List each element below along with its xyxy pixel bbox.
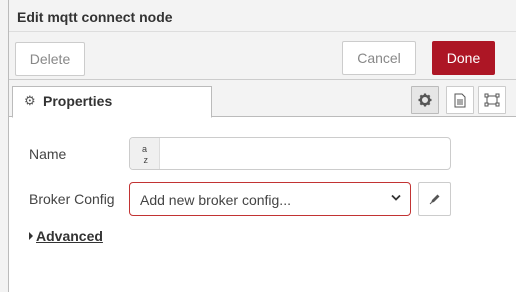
edit-broker-button[interactable] [418,182,451,216]
name-label: Name [29,146,67,162]
tray-title: Edit mqtt connect node [17,9,173,25]
delete-button[interactable]: Delete [15,42,85,76]
description-view-button[interactable] [446,86,474,114]
frame-icon [484,93,500,107]
advanced-label: Advanced [36,228,103,244]
tray-toolbar: Delete Cancel Done [9,32,516,80]
properties-panel: Name a z Broker Config Add new broker co… [9,118,516,292]
chevron-down-icon [391,194,401,201]
tray-header: Edit mqtt connect node [9,0,516,32]
gear-icon [418,93,432,107]
done-button[interactable]: Done [432,41,495,75]
name-input[interactable] [161,138,450,169]
edit-tray: Edit mqtt connect node Delete Cancel Don… [8,0,516,292]
name-input-wrapper: a z [129,137,451,170]
tab-properties-label: Properties [43,93,113,109]
tab-bar: ⚙ Properties [9,80,516,118]
appearance-view-button[interactable] [478,86,506,114]
document-icon [454,93,466,107]
pencil-icon [429,194,439,205]
cancel-button[interactable]: Cancel [342,41,416,75]
broker-config-selected: Add new broker config... [140,192,291,208]
broker-config-label: Broker Config [29,191,115,207]
broker-config-select[interactable]: Add new broker config... [129,182,411,216]
properties-view-button[interactable] [411,86,439,114]
gear-icon: ⚙ [24,93,36,108]
string-type-icon: a z [130,138,160,169]
tab-properties[interactable]: ⚙ Properties [12,86,212,118]
caret-right-icon [29,232,33,240]
